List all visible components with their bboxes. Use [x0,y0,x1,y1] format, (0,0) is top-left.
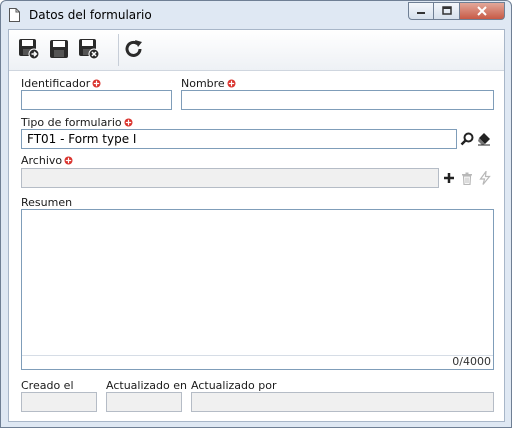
maximize-icon [441,6,452,15]
tipo-label-text: Tipo de formulario [21,116,122,129]
resumen-textarea[interactable]: 0/4000 [21,209,494,370]
required-icon [124,118,133,127]
nombre-label: Nombre [181,77,236,90]
archivo-label: Archivo [21,154,73,167]
process-file-button[interactable] [477,169,493,187]
title-bar[interactable]: Datos del formulario [1,1,511,29]
save-new-button[interactable] [18,38,40,60]
archivo-input [21,168,439,188]
save-button[interactable] [48,38,70,60]
search-tipo-button[interactable] [459,130,475,148]
window-controls [408,2,505,20]
close-icon [477,6,487,16]
nombre-input[interactable] [181,90,494,110]
toolbar [9,30,504,71]
add-file-button[interactable] [441,169,457,187]
toolbar-separator [118,34,119,66]
actualizado-en-label: Actualizado en [106,379,187,392]
clear-tipo-button[interactable] [476,130,492,148]
required-icon [92,79,101,88]
lightning-icon [479,171,491,185]
creado-input [21,392,97,412]
plus-icon [444,173,454,183]
tipo-value: FT01 - Form type I [27,132,137,146]
form-window: Datos del formulario Identificador Nombr… [0,0,512,428]
actualizado-en-label-text: Actualizado en [106,379,187,392]
identificador-label-text: Identificador [21,77,91,90]
actualizado-en-input [106,392,182,412]
required-icon [64,156,73,165]
window-title: Datos del formulario [29,8,152,22]
delete-file-button[interactable] [459,169,475,187]
actualizado-por-label-text: Actualizado por [191,379,277,392]
minimize-button[interactable] [408,2,434,20]
trash-icon [462,172,472,185]
nombre-label-text: Nombre [181,77,225,90]
tipo-label: Tipo de formulario [21,116,133,129]
resumen-label-text: Resumen [21,196,73,209]
actualizado-por-label: Actualizado por [191,379,276,392]
archivo-label-text: Archivo [21,154,63,167]
identificador-label: Identificador [21,77,101,90]
resumen-label: Resumen [21,196,72,209]
save-close-button[interactable] [78,38,100,60]
search-icon [460,132,474,146]
refresh-icon [125,40,142,57]
required-icon [227,79,236,88]
save-close-icon [79,39,100,60]
actualizado-por-input [191,392,494,412]
char-counter: 0/4000 [452,355,491,368]
refresh-button[interactable] [123,38,145,60]
eraser-icon [478,133,490,146]
form-body: Identificador Nombre Tipo de formulario … [8,29,505,422]
maximize-button[interactable] [434,2,460,20]
minimize-icon [417,12,425,14]
save-new-icon [19,39,40,60]
close-button[interactable] [460,2,505,20]
creado-label: Creado el [21,379,74,392]
resumen-footer [22,355,493,369]
save-icon [50,40,68,58]
creado-label-text: Creado el [21,379,74,392]
tipo-input[interactable]: FT01 - Form type I [21,129,457,149]
identificador-input[interactable] [21,90,172,110]
document-icon [9,8,20,22]
